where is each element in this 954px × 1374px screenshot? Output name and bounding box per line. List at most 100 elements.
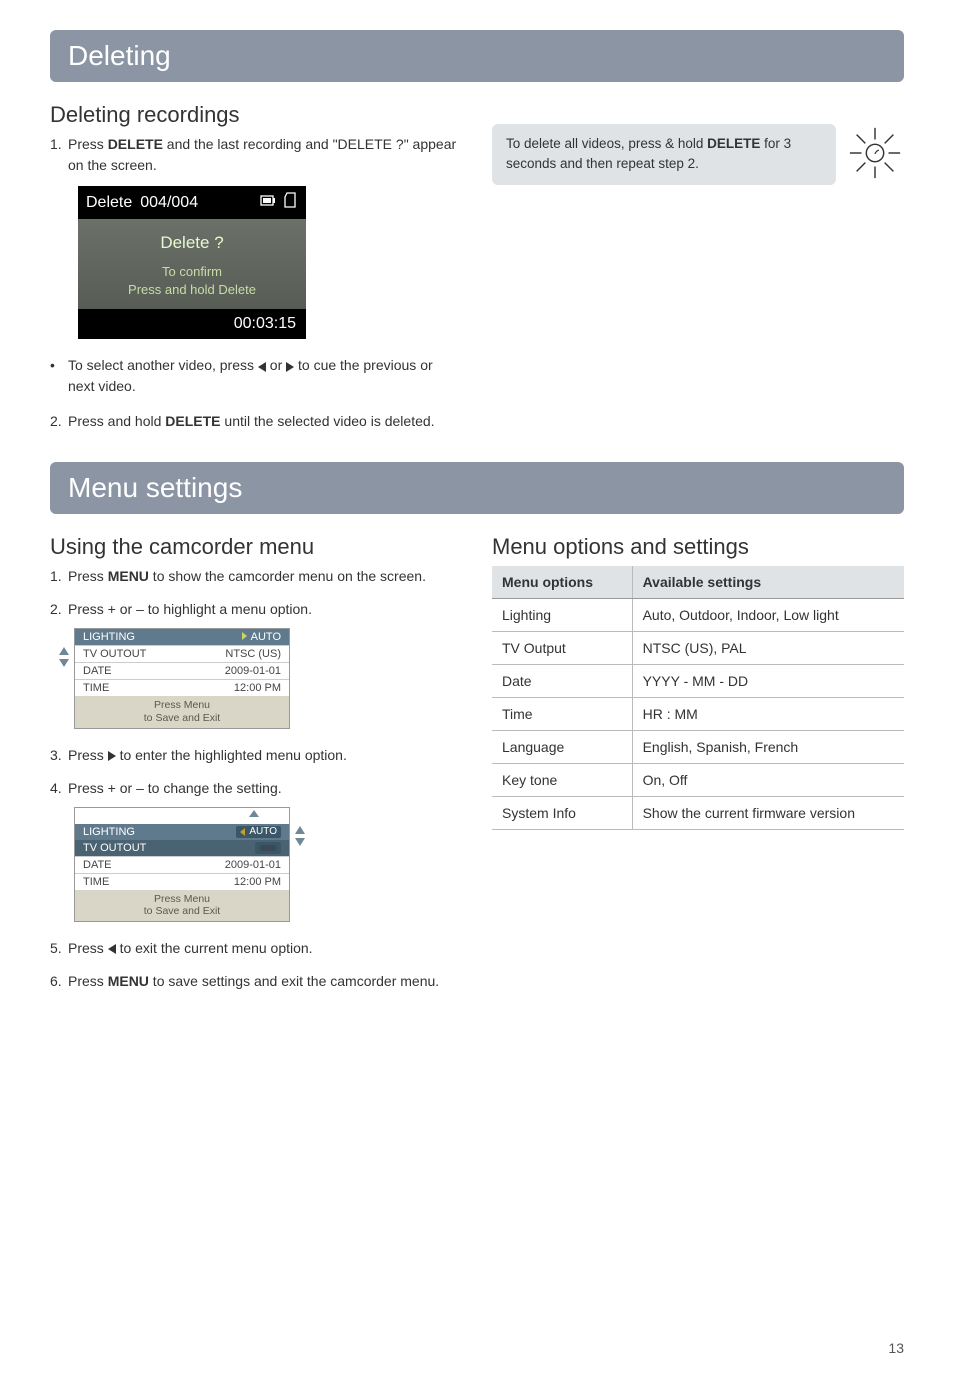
text: AUTO	[251, 631, 281, 643]
lcd-label: LIGHTING	[83, 631, 135, 643]
step-number: 2.	[50, 411, 68, 432]
bold: MENU	[108, 973, 149, 989]
step-content: Press and hold DELETE until the selected…	[68, 411, 462, 432]
lcd-footer: Press Menu to Save and Exit	[75, 696, 289, 727]
lcd-row: TIME12:00 PM	[75, 873, 289, 890]
lcd-value: 12:00 PM	[234, 876, 281, 888]
lcd-value: 2009-01-01	[225, 665, 281, 677]
down-arrow-icon	[59, 659, 69, 667]
deleting-step-1: 1. Press DELETE and the last recording a…	[50, 134, 462, 176]
menu-steps-5-6: 5. Press to exit the current menu option…	[50, 938, 462, 992]
cam-hint-line2: Press and hold Delete	[84, 281, 300, 299]
deleting-left-col: Deleting recordings 1. Press DELETE and …	[50, 102, 462, 440]
lcd-value: 2009-01-01	[225, 859, 281, 871]
cam-clip-counter: 004/004	[140, 194, 198, 212]
cam-hint-line1: To confirm	[84, 263, 300, 281]
lcd-label: TV OUTOUT	[83, 842, 146, 854]
section-heading-menu: Menu settings	[50, 462, 904, 514]
cell-setting: HR : MM	[632, 698, 904, 731]
right-arrow-icon	[108, 751, 116, 761]
left-arrow-icon	[258, 362, 266, 372]
bold: DELETE	[108, 136, 163, 152]
right-arrow-icon	[286, 362, 294, 372]
text: to Save and Exit	[75, 905, 289, 918]
cell-option: TV Output	[492, 632, 632, 665]
up-arrow-icon	[295, 826, 305, 834]
menu-steps-3-4: 3. Press to enter the highlighted menu o…	[50, 745, 462, 799]
deleting-columns: Deleting recordings 1. Press DELETE and …	[50, 102, 904, 440]
cam-top-bar: Delete 004/004	[78, 186, 306, 219]
using-menu-subheading: Using the camcorder menu	[50, 534, 462, 560]
vertical-arrows-icon	[57, 647, 71, 667]
lcd-value-chip: AUTO	[236, 826, 281, 838]
table-row: Key toneOn, Off	[492, 764, 904, 797]
tip-row: To delete all videos, press & hold DELET…	[492, 124, 904, 185]
menu-step-2: 2. Press + or – to highlight a menu opti…	[50, 599, 462, 620]
deleting-step-2: 2. Press and hold DELETE until the selec…	[50, 411, 462, 432]
table-header-row: Menu options Available settings	[492, 566, 904, 599]
menu-step-3: 3. Press to enter the highlighted menu o…	[50, 745, 462, 766]
lcd-label: LIGHTING	[83, 826, 135, 838]
menu-step-1: 1. Press MENU to show the camcorder menu…	[50, 566, 462, 587]
lcd-row: DATE 2009-01-01	[75, 662, 289, 679]
menu-step-6: 6. Press MENU to save settings and exit …	[50, 971, 462, 992]
menu-left-col: Using the camcorder menu 1. Press MENU t…	[50, 534, 462, 999]
text: Press Menu	[75, 893, 289, 906]
table-row: LightingAuto, Outdoor, Indoor, Low light	[492, 599, 904, 632]
lcd-row: LIGHTING AUTO	[75, 629, 289, 645]
options-tbody: LightingAuto, Outdoor, Indoor, Low light…	[492, 599, 904, 830]
cam-delete-label: Delete	[86, 194, 132, 212]
cell-setting: Auto, Outdoor, Indoor, Low light	[632, 599, 904, 632]
battery-icon	[260, 193, 276, 212]
lcd-menu-preview-1: LIGHTING AUTO TV OUTOUTNTSC (US) DATE 200…	[74, 628, 290, 728]
table-row: System InfoShow the current firmware ver…	[492, 797, 904, 830]
text: To select another video, press	[68, 357, 258, 373]
cam-mid-panel: Delete ? To confirm Press and hold Delet…	[78, 219, 306, 309]
step-number: 1.	[50, 566, 68, 587]
menu-step-5: 5. Press to exit the current menu option…	[50, 938, 462, 959]
lcd-label: DATE	[83, 665, 112, 677]
step-content: Press MENU to show the camcorder menu on…	[68, 566, 462, 587]
cell-option: Language	[492, 731, 632, 764]
lcd-row: TV OUTOUT	[75, 840, 289, 856]
bold: DELETE	[707, 136, 760, 151]
cell-option: Lighting	[492, 599, 632, 632]
table-row: TV OutputNTSC (US), PAL	[492, 632, 904, 665]
sd-card-icon	[284, 192, 298, 213]
tip-sun-icon	[846, 124, 904, 182]
menu-columns: Using the camcorder menu 1. Press MENU t…	[50, 534, 904, 999]
th-available-settings: Available settings	[632, 566, 904, 599]
options-table: Menu options Available settings Lighting…	[492, 566, 904, 830]
text: to show the camcorder menu on the screen…	[149, 568, 426, 584]
camcorder-delete-preview: Delete 004/004 Delete ? To confirm Press…	[78, 186, 306, 339]
bullet-content: To select another video, press or to cue…	[68, 355, 462, 397]
step-number: 3.	[50, 745, 68, 766]
menu-steps: 1. Press MENU to show the camcorder menu…	[50, 566, 462, 620]
step-number: 1.	[50, 134, 68, 176]
chevron-left-icon	[240, 828, 245, 836]
down-arrow-icon	[295, 838, 305, 846]
menu-step-4: 4. Press + or – to change the setting.	[50, 778, 462, 799]
text: Press	[68, 747, 108, 763]
step-content: Press + or – to change the setting.	[68, 778, 462, 799]
lcd-value: 12:00 PM	[234, 682, 281, 694]
bullet-select-video: • To select another video, press or to c…	[50, 355, 462, 397]
cell-option: System Info	[492, 797, 632, 830]
cell-setting: NTSC (US), PAL	[632, 632, 904, 665]
deleting-steps-2: 2. Press and hold DELETE until the selec…	[50, 411, 462, 432]
text: to enter the highlighted menu option.	[116, 747, 347, 763]
bold: DELETE	[165, 413, 220, 429]
text: AUTO	[249, 826, 277, 837]
text: Press	[68, 940, 108, 956]
lcd-row: TV OUTOUTNTSC (US)	[75, 645, 289, 662]
text: to exit the current menu option.	[116, 940, 313, 956]
chevron-right-icon	[242, 632, 247, 640]
options-subheading: Menu options and settings	[492, 534, 904, 560]
table-row: DateYYYY - MM - DD	[492, 665, 904, 698]
cell-setting: YYYY - MM - DD	[632, 665, 904, 698]
up-arrow-icon	[59, 647, 69, 655]
lcd-menu-preview-2: LIGHTING AUTO TV OUTOUT DATE2009-01-01 T…	[74, 807, 290, 922]
cell-setting: English, Spanish, French	[632, 731, 904, 764]
section-heading-deleting: Deleting	[50, 30, 904, 82]
text: To delete all videos, press & hold	[506, 136, 707, 151]
